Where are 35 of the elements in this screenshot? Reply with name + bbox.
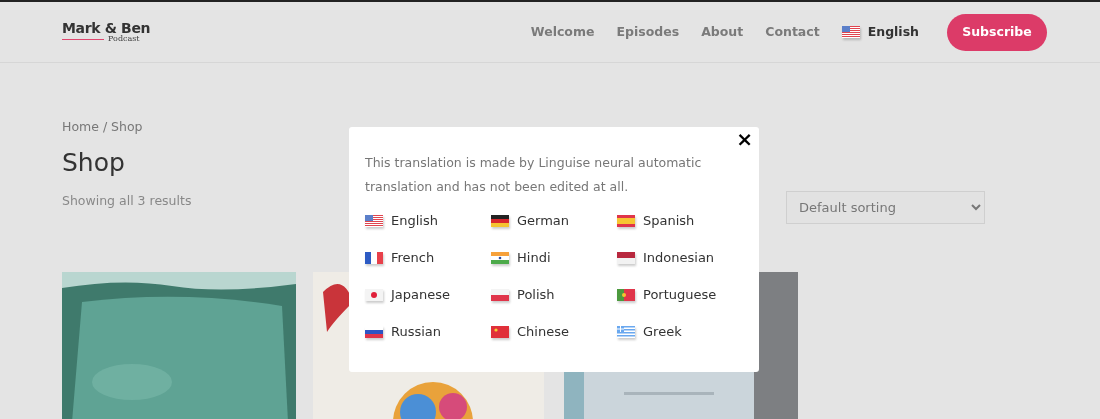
language-option[interactable]: Japanese [365,283,491,307]
translation-notice: This translation is made by Linguise neural automatic translation and has not been edited at all. [365,154,703,196]
flag-icon [491,252,509,264]
page-title: Shop [62,149,125,175]
flag-icon [491,326,509,338]
flag-icon [365,252,383,264]
logo-subtitle: Podcast [108,35,140,43]
flag-icon [841,26,860,38]
language-option[interactable]: Hindi [491,246,617,270]
result-count: Showing all 3 results [62,191,192,210]
language-switcher[interactable]: English [841,22,919,42]
flag-icon [491,215,509,227]
language-option[interactable]: Spanish [617,209,743,233]
language-option[interactable]: Greek [617,320,743,344]
logo-title: Mark & Ben [62,21,151,35]
language-option[interactable]: English [365,209,491,233]
language-option[interactable]: French [365,246,491,270]
language-option[interactable]: Chinese [491,320,617,344]
flag-icon [617,326,635,338]
flag-icon [617,289,635,301]
flag-icon [365,215,383,227]
flag-icon [617,252,635,264]
flag-icon [365,289,383,301]
language-option[interactable]: German [491,209,617,233]
language-option[interactable]: Portuguese [617,283,743,307]
subscribe-button[interactable]: Subscribe [947,13,1047,51]
sorting-select[interactable]: Default sorting [786,190,985,224]
language-option[interactable]: Indonesian [617,246,743,270]
podcast-logo[interactable]: Mark & Ben Podcast [62,21,151,43]
language-option[interactable]: Polish [491,283,617,307]
close-button[interactable]: × [736,129,753,149]
flag-icon [491,289,509,301]
flag-icon [617,215,635,227]
language-option[interactable]: Russian [365,320,491,344]
breadcrumb: Home / Shop [62,118,144,136]
